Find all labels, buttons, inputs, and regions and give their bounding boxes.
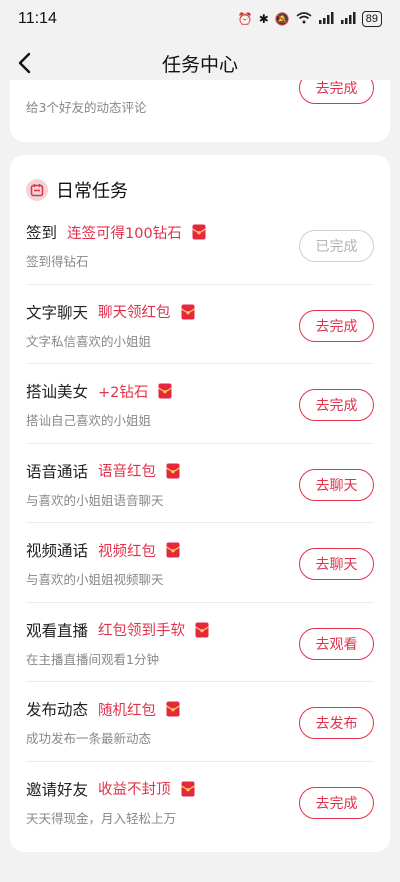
status-bar: 11:14 ⏰ ✱ 🔕 89 [0,0,400,38]
task-list: 签到 连签可得100钻石 签到得钻石 已完成 文字聊天 聊天领红包 文字私信喜欢的小姐姐 去完… [10,205,390,841]
daily-tasks-card: 日常任务 签到 连签可得100钻石签到得钻石 已完成文字聊天 聊天领红包文字私信喜欢的… [10,155,390,852]
task-row: 搭讪美女 +2钻石搭讪自己喜欢的小姐姐 去完成 [26,364,374,444]
task-action-button[interactable]: 去聊天 [299,548,374,580]
mute-icon: 🔕 [274,12,290,26]
red-envelope-icon [195,622,209,638]
task-row: 发布动态 随机红包成功发布一条最新动态 去发布 [26,682,374,762]
section-title: 日常任务 [56,181,128,202]
task-title: 观看直播 [26,621,89,640]
task-action-button[interactable]: 去完成 [299,309,374,342]
task-desc: 给3个好友的动态评论 [26,100,147,115]
task-action-button[interactable]: 去完成 [299,389,374,421]
chevron-left-icon[interactable] [14,51,38,75]
task-action-button[interactable]: 去发布 [299,707,374,739]
section-header: 日常任务 [26,177,128,203]
task-desc: 搭讪自己喜欢的小姐姐 [26,413,152,428]
previous-task-card: 给3个好友的动态评论 去完成 [10,80,390,142]
task-row: 语音通话 语音红包与喜欢的小姐姐语音聊天 去聊天 [26,444,374,523]
task-title-row: 语音通话 语音红包 [26,460,180,482]
task-title: 文字聊天 [26,303,89,322]
task-title-row: 文字聊天 聊天领红包 [26,301,195,323]
task-reward: 随机红包 [98,702,157,719]
task-reward: 聊天领红包 [98,305,171,321]
task-desc: 天天得现金，月入轻松上万 [26,810,177,826]
task-action-button[interactable]: 去聊天 [299,468,374,501]
task-action-button[interactable]: 已完成 [299,230,374,262]
red-envelope-icon [166,463,180,479]
task-title: 语音通话 [26,462,89,481]
signal-icon-2 [340,11,356,27]
red-envelope-icon [191,224,206,240]
status-time: 11:14 [18,10,57,27]
task-row: 邀请好友 收益不封顶天天得现金，月入轻松上万 去完成 [26,762,374,842]
task-title: 视频通话 [26,542,89,560]
signal-icon [318,11,334,27]
task-desc: 与喜欢的小姐姐语音聊天 [26,492,164,508]
task-desc: 成功发布一条最新动态 [26,731,152,746]
wifi-icon [296,11,312,27]
task-row: 文字聊天 聊天领红包文字私信喜欢的小姐姐 去完成 [26,285,374,364]
red-envelope-icon [166,701,180,717]
task-reward: 视频红包 [98,543,157,560]
task-title-row: 观看直播 红包领到手软 [26,619,209,641]
task-desc: 文字私信喜欢的小姐姐 [26,333,152,349]
task-desc: 与喜欢的小姐姐视频聊天 [26,572,164,587]
task-title: 签到 [26,224,58,242]
task-action-button[interactable]: 去完成 [299,786,374,819]
task-title-row: 邀请好友 收益不封顶 [26,778,195,800]
task-desc: 在主播直播间观看1分钟 [26,651,159,667]
bluetooth-icon: ✱ [258,12,269,26]
task-title: 搭讪美女 [26,383,89,401]
task-title-row: 发布动态 随机红包 [26,698,180,720]
task-title: 邀请好友 [26,780,89,799]
task-action-button[interactable]: 去完成 [299,80,374,104]
task-reward: 连签可得100钻石 [67,225,182,242]
calendar-icon [26,179,48,201]
red-envelope-icon [166,542,180,558]
task-desc: 签到得钻石 [26,254,89,269]
page-title: 任务中心 [161,53,238,76]
task-reward: 收益不封顶 [98,782,171,798]
task-action-button[interactable]: 去观看 [299,627,374,660]
status-icons: ⏰ ✱ 🔕 89 [238,11,382,27]
red-envelope-icon [158,383,173,399]
task-reward: 语音红包 [98,464,157,480]
task-title-row: 签到 连签可得100钻石 [26,221,206,243]
battery-indicator: 89 [361,11,382,27]
alarm-icon: ⏰ [237,12,253,26]
task-title-row: 搭讪美女 +2钻石 [26,380,173,402]
task-reward: +2钻石 [98,384,149,401]
red-envelope-icon [180,304,195,320]
red-envelope-icon [180,781,195,797]
task-row: 视频通话 视频红包与喜欢的小姐姐视频聊天 去聊天 [26,523,374,603]
task-title-row: 视频通话 视频红包 [26,539,180,561]
task-reward: 红包领到手软 [98,623,186,639]
task-title: 发布动态 [26,701,89,719]
task-row: 签到 连签可得100钻石签到得钻石 已完成 [26,205,374,285]
task-row: 观看直播 红包领到手软在主播直播间观看1分钟 去观看 [26,603,374,682]
